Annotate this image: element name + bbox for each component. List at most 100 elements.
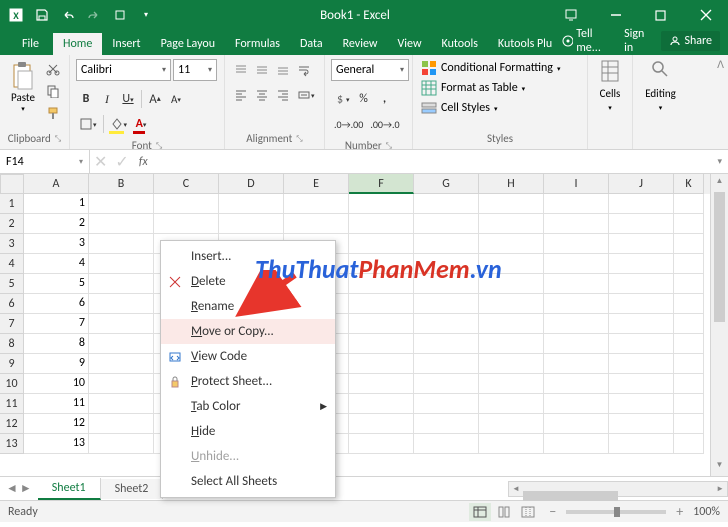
row-header-10[interactable]: 10 [0, 374, 24, 394]
cell[interactable] [414, 234, 479, 254]
cell[interactable]: 9 [24, 354, 89, 374]
menu-delete[interactable]: Delete [161, 269, 335, 294]
decrease-decimal-icon[interactable]: .00→.0 [367, 113, 402, 135]
cell[interactable] [349, 274, 414, 294]
col-header-B[interactable]: B [89, 174, 154, 194]
row-header-7[interactable]: 7 [0, 314, 24, 334]
view-pagelayout-icon[interactable] [493, 503, 515, 521]
cell[interactable] [609, 394, 674, 414]
bold-button[interactable]: B [76, 88, 96, 110]
tab-data[interactable]: Data [290, 33, 333, 55]
cell[interactable] [349, 254, 414, 274]
cell[interactable] [609, 414, 674, 434]
clipboard-launcher-icon[interactable]: ⤡ [55, 134, 61, 144]
cell[interactable] [544, 294, 609, 314]
cell[interactable] [414, 274, 479, 294]
cell[interactable] [479, 254, 544, 274]
undo-icon[interactable] [56, 3, 80, 27]
cut-icon[interactable] [43, 59, 63, 79]
tab-kutoolsplus[interactable]: Kutools Plu [488, 33, 562, 55]
font-size-combo[interactable]: 11▾ [173, 59, 217, 81]
font-color-button[interactable]: A▾ [131, 113, 151, 135]
cell[interactable] [89, 314, 154, 334]
cell[interactable] [479, 274, 544, 294]
merge-center-icon[interactable]: ▾ [294, 84, 318, 106]
cell[interactable] [609, 294, 674, 314]
copy-icon[interactable] [43, 81, 63, 101]
cell[interactable] [544, 434, 609, 454]
cell[interactable] [154, 194, 219, 214]
row-header-3[interactable]: 3 [0, 234, 24, 254]
cell[interactable] [674, 274, 704, 294]
sheet-tab-2[interactable]: Sheet2 [101, 479, 164, 499]
wrap-text-icon[interactable] [294, 59, 314, 81]
cell[interactable]: 13 [24, 434, 89, 454]
font-launcher-icon[interactable]: ⤡ [156, 141, 162, 151]
align-top-icon[interactable] [231, 59, 251, 81]
col-header-E[interactable]: E [284, 174, 349, 194]
cell[interactable] [609, 374, 674, 394]
cell[interactable] [609, 194, 674, 214]
cell[interactable] [284, 194, 349, 214]
cancel-formula-icon[interactable]: ✕ [94, 152, 107, 172]
vscroll-thumb[interactable] [714, 192, 725, 322]
alignment-launcher-icon[interactable]: ⤡ [296, 134, 302, 144]
zoom-slider[interactable] [566, 510, 666, 514]
cell[interactable] [89, 354, 154, 374]
col-header-F[interactable]: F [349, 174, 414, 194]
cell[interactable] [414, 214, 479, 234]
view-pagebreak-icon[interactable] [517, 503, 539, 521]
comma-format-icon[interactable]: , [375, 88, 395, 110]
cell[interactable] [349, 414, 414, 434]
row-header-8[interactable]: 8 [0, 334, 24, 354]
cell[interactable] [414, 394, 479, 414]
row-header-6[interactable]: 6 [0, 294, 24, 314]
enter-formula-icon[interactable]: ✓ [115, 152, 128, 172]
tell-me[interactable]: Tell me... [562, 27, 616, 55]
cell[interactable]: 5 [24, 274, 89, 294]
cell[interactable] [414, 294, 479, 314]
col-header-H[interactable]: H [479, 174, 544, 194]
close-icon[interactable] [683, 0, 728, 30]
cell[interactable] [544, 394, 609, 414]
format-painter-icon[interactable] [43, 103, 63, 123]
cell[interactable] [674, 374, 704, 394]
accounting-format-icon[interactable]: $▾ [331, 88, 353, 110]
tab-pagelayout[interactable]: Page Layou [151, 33, 225, 55]
col-header-G[interactable]: G [414, 174, 479, 194]
tab-insert[interactable]: Insert [102, 33, 150, 55]
expand-formula-icon[interactable]: ▾ [711, 156, 728, 167]
cell[interactable] [349, 394, 414, 414]
minimize-icon[interactable] [593, 0, 638, 30]
cell[interactable] [89, 194, 154, 214]
row-header-5[interactable]: 5 [0, 274, 24, 294]
menu-move-or-copy[interactable]: Move or Copy... [161, 319, 335, 344]
cell[interactable] [674, 334, 704, 354]
tab-formulas[interactable]: Formulas [225, 33, 290, 55]
cell[interactable] [674, 354, 704, 374]
col-header-C[interactable]: C [154, 174, 219, 194]
align-left-icon[interactable] [231, 84, 251, 106]
menu-protect-sheet[interactable]: Protect Sheet... [161, 369, 335, 394]
cell[interactable] [479, 434, 544, 454]
maximize-icon[interactable] [638, 0, 683, 30]
menu-view-code[interactable]: View Code [161, 344, 335, 369]
cell[interactable] [609, 314, 674, 334]
view-normal-icon[interactable] [469, 503, 491, 521]
cell[interactable] [414, 374, 479, 394]
row-header-1[interactable]: 1 [0, 194, 24, 214]
cell[interactable] [674, 314, 704, 334]
tab-kutools[interactable]: Kutools [432, 33, 488, 55]
cell[interactable] [479, 414, 544, 434]
cell[interactable] [414, 194, 479, 214]
cell[interactable] [609, 214, 674, 234]
qat-more-icon[interactable] [108, 3, 132, 27]
sheet-nav-prev-icon[interactable]: ◄ [6, 481, 18, 496]
cell[interactable] [89, 254, 154, 274]
horizontal-scrollbar[interactable]: ◄ ► [508, 481, 728, 497]
tab-review[interactable]: Review [333, 33, 388, 55]
italic-button[interactable]: I [97, 88, 117, 110]
col-header-K[interactable]: K [674, 174, 704, 194]
tab-home[interactable]: Home [53, 33, 102, 55]
cell[interactable] [349, 314, 414, 334]
